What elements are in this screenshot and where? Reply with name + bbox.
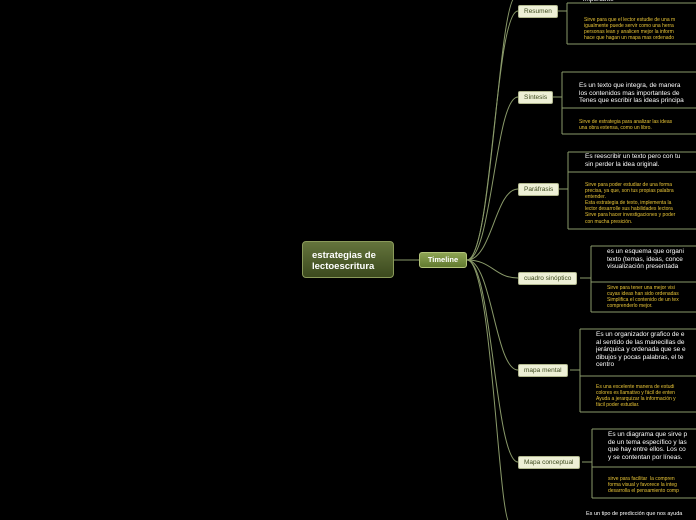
topic-cuadro-sinoptico[interactable]: cuadro sinóptico	[518, 272, 578, 285]
description-cuadro-sinoptico: es un esquema que organi texto (temas, i…	[607, 248, 684, 271]
root-topic[interactable]: estrategias de lectoescritura	[302, 241, 394, 278]
root-topic-line-2: lectoescritura	[312, 261, 375, 272]
note-parafrasis: Sirve para poder estudiar de una forma p…	[585, 182, 676, 225]
root-topic-line-1: estrategias de	[312, 250, 376, 261]
note-mapa-conceptual: sirve para facilitar la compren forma vi…	[608, 476, 679, 495]
link-hub-offscreen-bottom	[466, 259, 509, 520]
timeline-topic[interactable]: Timeline	[419, 252, 467, 268]
description-mapa-mental: Es un organizador grafico de e al sentid…	[596, 331, 686, 369]
bottom-fragment-text: Es un tipo de predicción que nos ayuda	[586, 511, 683, 517]
description-parafrasis: Es reescribir un texto pero con tu sin p…	[585, 153, 681, 168]
link-hub-sintesis	[466, 96, 519, 261]
mind-map-canvas: estrategias de lectoescritura Timeline i…	[0, 0, 696, 520]
note-cuadro-sinoptico: Sirve para tener una mejor visi cuyas id…	[607, 285, 679, 310]
topic-resumen[interactable]: Resumen	[518, 5, 558, 18]
topic-sintesis[interactable]: Síntesis	[518, 91, 554, 104]
description-sintesis: Es un texto que integra, de manera los c…	[579, 82, 684, 105]
link-hub-parafrasis	[466, 188, 519, 261]
link-hub-mapa-conceptual	[466, 259, 519, 463]
note-mapa-mental: Es una excelente manera de estudi colore…	[596, 384, 676, 409]
link-hub-resumen	[466, 10, 519, 261]
top-fragment-text: importante	[583, 0, 614, 4]
note-resumen: Sirve para que el lector estudie de una …	[584, 17, 676, 42]
description-mapa-conceptual: Es un diagrama que sirve p de un tema es…	[608, 431, 688, 461]
note-sintesis: Sirve de estrategia para analizar las id…	[579, 119, 673, 132]
topic-mapa-mental[interactable]: mapa mental	[518, 364, 568, 377]
link-hub-offscreen-top	[466, 0, 514, 261]
topic-mapa-conceptual[interactable]: Mapa conceptual	[518, 456, 580, 469]
topic-parafrasis[interactable]: Paráfrasis	[518, 183, 560, 196]
